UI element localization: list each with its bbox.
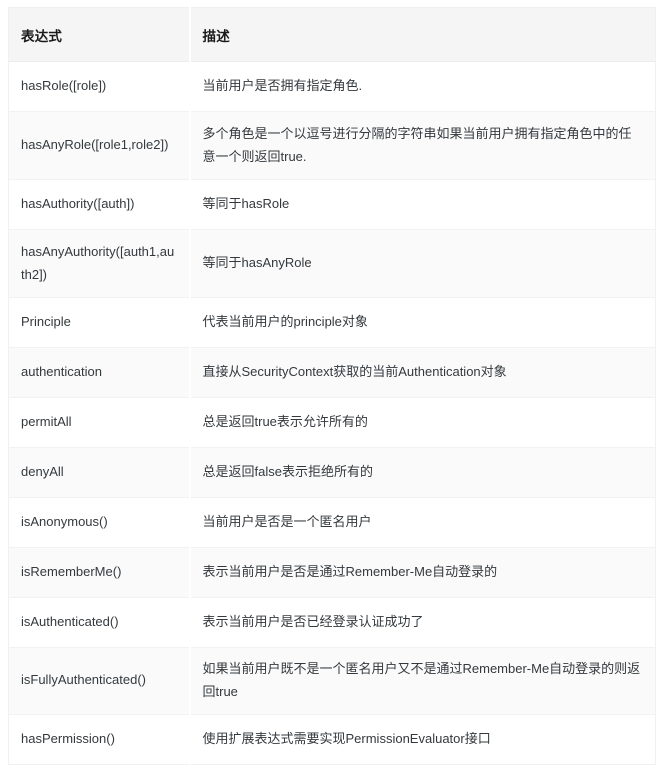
cell-description: 当前用户是否拥有指定角色. xyxy=(189,61,656,112)
cell-description: 表示当前用户是否已经登录认证成功了 xyxy=(189,597,656,648)
cell-description: 总是返回false表示拒绝所有的 xyxy=(189,447,656,498)
cell-description: 直接从SecurityContext获取的当前Authentication对象 xyxy=(189,347,656,398)
cell-expression: isRememberMe() xyxy=(8,547,191,598)
cell-expression: isAuthenticated() xyxy=(8,597,191,648)
cell-expression: hasPermission() xyxy=(8,714,191,764)
spring-security-expression-table: 表达式 描述 hasRole([role]) 当前用户是否拥有指定角色. hasAn… xyxy=(8,7,656,765)
table-row: hasPermission() 使用扩展表达式需要实现PermissionEval… xyxy=(8,714,656,764)
table-row: isRememberMe() 表示当前用户是否是通过Remember-Me自动登录… xyxy=(8,547,656,598)
cell-expression: hasRole([role]) xyxy=(8,61,191,112)
cell-description: 当前用户是否是一个匿名用户 xyxy=(189,497,656,548)
cell-description: 总是返回true表示允许所有的 xyxy=(189,397,656,448)
table-row: permitAll 总是返回true表示允许所有的 xyxy=(8,397,656,448)
table-body: hasRole([role]) 当前用户是否拥有指定角色. hasAnyRole([… xyxy=(8,61,656,764)
table-row: isAuthenticated() 表示当前用户是否已经登录认证成功了 xyxy=(8,597,656,648)
table-header-row: 表达式 描述 xyxy=(8,7,656,62)
table-row: authentication 直接从SecurityContext获取的当前Aut… xyxy=(8,347,656,398)
column-header-expression: 表达式 xyxy=(8,7,191,62)
cell-expression: permitAll xyxy=(8,397,191,448)
cell-description: 等同于hasRole xyxy=(189,179,656,230)
cell-expression: isAnonymous() xyxy=(8,497,191,548)
cell-expression: authentication xyxy=(8,347,191,398)
table-row: Principle 代表当前用户的principle对象 xyxy=(8,297,656,348)
table-row: hasAuthority([auth]) 等同于hasRole xyxy=(8,179,656,230)
table-row: isAnonymous() 当前用户是否是一个匿名用户 xyxy=(8,497,656,548)
cell-description: 表示当前用户是否是通过Remember-Me自动登录的 xyxy=(189,547,656,598)
table-row: hasRole([role]) 当前用户是否拥有指定角色. xyxy=(8,61,656,112)
table-row: isFullyAuthenticated() 如果当前用户既不是一个匿名用户又不是… xyxy=(8,647,656,715)
cell-expression: hasAnyAuthority([auth1,auth2]) xyxy=(8,229,191,298)
cell-expression: isFullyAuthenticated() xyxy=(8,647,191,715)
page-container: 表达式 描述 hasRole([role]) 当前用户是否拥有指定角色. hasAn… xyxy=(0,0,665,769)
cell-description: 如果当前用户既不是一个匿名用户又不是通过Remember-Me自动登录的则返回t… xyxy=(189,647,656,715)
cell-description: 使用扩展表达式需要实现PermissionEvaluator接口 xyxy=(189,714,656,764)
cell-expression: denyAll xyxy=(8,447,191,498)
table-row: denyAll 总是返回false表示拒绝所有的 xyxy=(8,447,656,498)
cell-expression: hasAnyRole([role1,role2]) xyxy=(8,111,191,180)
table-header: 表达式 描述 xyxy=(8,7,656,62)
cell-expression: hasAuthority([auth]) xyxy=(8,179,191,230)
cell-description: 多个角色是一个以逗号进行分隔的字符串如果当前用户拥有指定角色中的任意一个则返回t… xyxy=(189,111,656,180)
table-row: hasAnyRole([role1,role2]) 多个角色是一个以逗号进行分隔的… xyxy=(8,111,656,180)
cell-description: 等同于hasAnyRole xyxy=(189,229,656,298)
table-row: hasAnyAuthority([auth1,auth2]) 等同于hasAnyR… xyxy=(8,229,656,298)
column-header-description: 描述 xyxy=(189,7,656,62)
cell-description: 代表当前用户的principle对象 xyxy=(189,297,656,348)
cell-expression: Principle xyxy=(8,297,191,348)
